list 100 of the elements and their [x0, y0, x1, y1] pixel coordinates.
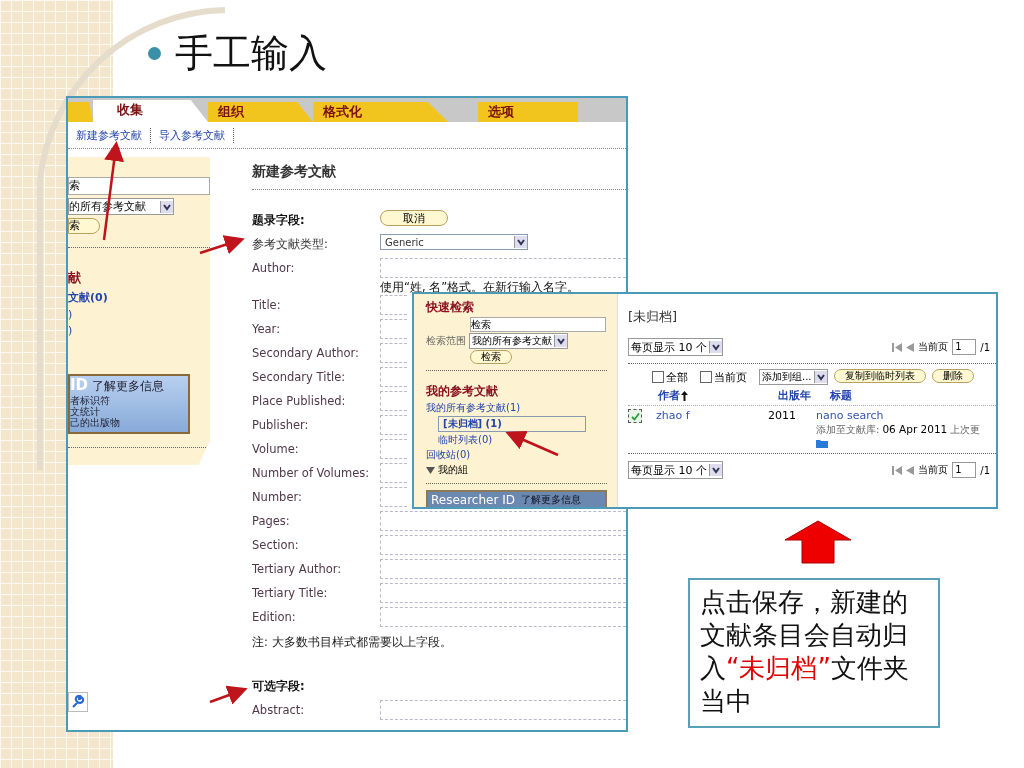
cancel-button[interactable]: 取消 — [380, 210, 448, 226]
subtab-link[interactable]: 新建参考文献 — [68, 127, 151, 143]
first-page-icon[interactable] — [892, 342, 903, 352]
callout-text: 点击保存，新建的文献条目会自动归入“未归档”文件夹当中 — [688, 578, 940, 728]
sidebar-link[interactable]: 文献(0) — [68, 290, 210, 305]
column-header[interactable]: 出版年 — [778, 388, 830, 403]
type-select[interactable]: Generic — [380, 234, 528, 250]
checkbox[interactable] — [652, 371, 664, 383]
page-label: 当前页 — [918, 340, 949, 354]
input-field[interactable] — [380, 583, 626, 603]
sort-icon — [681, 390, 688, 401]
previous-page-icon[interactable] — [906, 465, 915, 475]
copy-button[interactable]: 复制到临时列表 — [833, 369, 926, 383]
field-label: Tertiary Author: — [252, 561, 343, 576]
bullet-icon — [148, 47, 161, 60]
column-header[interactable]: 标题 — [830, 388, 852, 403]
banner-link: 了解更多信息 — [520, 493, 581, 507]
section-heading: 我的参考文献 — [426, 383, 499, 400]
input-field[interactable] — [380, 415, 407, 435]
dropdown-icon — [813, 371, 827, 383]
researcher-id-banner[interactable]: Researcher ID 了解更多信息 — [426, 490, 607, 507]
page-field[interactable]: 1 — [952, 462, 977, 478]
field-label: Volume: — [252, 441, 300, 456]
column-header[interactable]: 作者 — [658, 388, 680, 403]
added-label: 添加至文献库: — [816, 423, 880, 437]
field-label: Secondary Author: — [252, 345, 360, 360]
input-field[interactable] — [380, 367, 407, 387]
per-page-select[interactable]: 每页显示 10 个 — [628, 461, 723, 479]
banner-link: 了解更多信息 — [92, 378, 165, 395]
field-label: Number: — [252, 489, 303, 504]
input-field[interactable] — [380, 258, 626, 278]
folder-link[interactable]: 回收站(0) — [426, 448, 607, 462]
delete-button[interactable]: 删除 — [931, 369, 974, 383]
collapse-icon[interactable] — [426, 465, 435, 475]
banner-text: 文统计 — [70, 406, 100, 417]
tab[interactable]: 收集 — [93, 100, 208, 122]
banner-text: 己的出版物 — [70, 417, 121, 428]
field-label: Author: — [252, 260, 296, 275]
scope-select[interactable]: 我的所有参考文献 — [469, 333, 568, 349]
field-label: Pages: — [252, 513, 291, 528]
field-label: Title: — [252, 297, 282, 312]
group-label[interactable]: 我的組 — [438, 463, 468, 477]
search-button[interactable]: 索 — [68, 218, 100, 234]
field-label: 参考文献类型: — [252, 236, 329, 252]
checkbox-label: 全部 — [666, 369, 688, 385]
search-field[interactable]: 检索 — [470, 317, 606, 332]
year-cell-text: 2011 — [768, 409, 797, 422]
sidebar-link[interactable]: ) — [68, 324, 210, 337]
banner-logo: ID — [70, 376, 89, 394]
input-field[interactable] — [380, 391, 407, 411]
input-field[interactable] — [380, 559, 626, 579]
checkbox[interactable] — [628, 409, 642, 423]
section-label: 可选字段: — [252, 678, 306, 694]
previous-page-icon[interactable] — [906, 342, 915, 352]
up-arrow-icon — [784, 520, 852, 564]
cut-tab[interactable] — [68, 102, 93, 122]
input-field[interactable] — [380, 319, 407, 339]
input-field[interactable] — [380, 463, 407, 483]
subtab-link[interactable]: 导入参考文献 — [151, 127, 234, 143]
folder-link[interactable]: [未归档] (1) — [438, 416, 586, 432]
cut-text: 上次更 — [950, 423, 981, 437]
input-field[interactable] — [380, 439, 407, 459]
field-label: Tertiary Title: — [252, 585, 329, 600]
checkbox[interactable] — [700, 371, 712, 383]
tab[interactable]: 组织 — [208, 102, 313, 122]
field-hint: 使用“姓, 名”格式。在新行输入名字。 — [380, 280, 581, 295]
field-label: Number of Volumes: — [252, 465, 371, 480]
input-field[interactable] — [380, 295, 407, 315]
pointer-arrow — [199, 235, 245, 255]
title-link[interactable]: nano search — [816, 409, 981, 422]
folder-link[interactable]: 临时列表(0) — [438, 433, 607, 447]
search-button[interactable]: 检索 — [470, 350, 512, 364]
sidebar-link[interactable]: ) — [68, 308, 210, 321]
slide-title: 手工输入 — [175, 30, 327, 77]
field-label: Abstract: — [252, 702, 306, 717]
input-field[interactable] — [380, 511, 626, 531]
per-page-select[interactable]: 每页显示 10 个 — [628, 338, 723, 356]
input-field[interactable] — [380, 487, 407, 507]
tab[interactable]: 选项 — [478, 102, 578, 122]
section-label: 题录字段: — [252, 212, 306, 228]
author-link[interactable]: zhao f — [656, 409, 768, 422]
group-select[interactable]: 添加到组... — [759, 369, 828, 385]
input-field[interactable] — [380, 535, 626, 555]
folder-title: [未归档] — [628, 308, 679, 326]
page-heading: 新建参考文献 — [252, 157, 626, 190]
folder-icon[interactable] — [816, 438, 828, 448]
section-heading: 献 — [68, 269, 82, 287]
scope-label: 检索范围 — [426, 334, 466, 348]
input-field[interactable] — [380, 607, 626, 627]
folder-link[interactable]: 我的所有参考文献(1) — [426, 401, 607, 415]
section-heading: 快速检索 — [426, 299, 475, 316]
dropdown-icon — [554, 335, 567, 347]
page-field[interactable]: 1 — [952, 339, 977, 355]
search-field[interactable]: 索 — [68, 177, 210, 195]
tab[interactable]: 格式化 — [313, 102, 448, 122]
researcher-id-banner[interactable]: ID 了解更多信息 者标识符 文统计 己的出版物 — [68, 374, 190, 434]
input-field[interactable] — [380, 343, 407, 363]
input-field[interactable] — [380, 700, 626, 720]
field-label: Year: — [252, 321, 282, 336]
first-page-icon[interactable] — [892, 465, 903, 475]
